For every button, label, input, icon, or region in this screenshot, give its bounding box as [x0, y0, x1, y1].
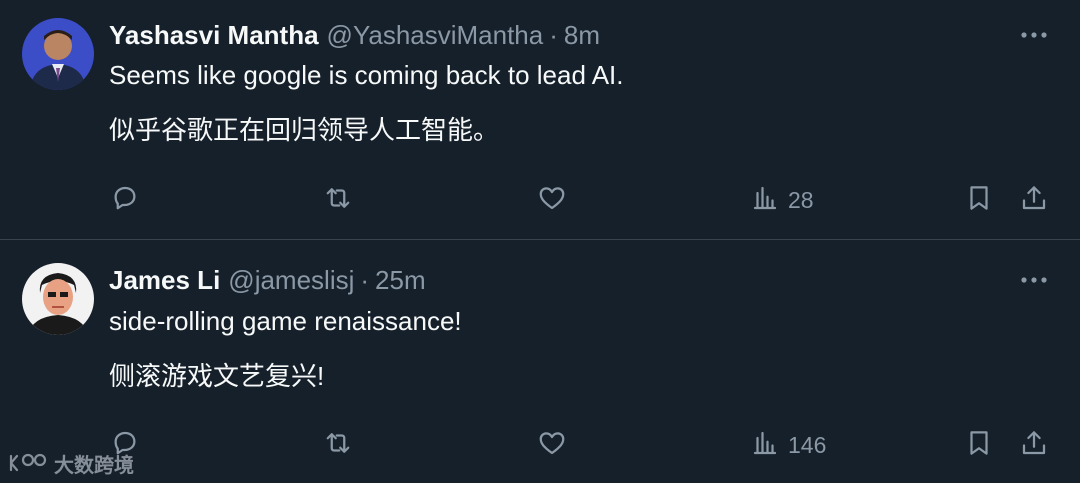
like-icon — [537, 183, 567, 218]
share-button[interactable] — [1019, 425, 1049, 465]
bookmark-icon — [964, 183, 994, 218]
user-handle[interactable]: @jameslisj — [228, 265, 354, 296]
separator: · — [549, 19, 558, 50]
bookmark-icon — [964, 428, 994, 463]
watermark-logo-icon — [9, 453, 47, 472]
more-icon[interactable] — [1020, 21, 1048, 49]
views-icon — [750, 183, 780, 218]
watermark: 大数跨境 — [8, 449, 134, 477]
reply-icon — [110, 183, 140, 218]
tweet-header: James Li @jameslisj · 25m — [109, 262, 426, 298]
retweet-icon — [323, 428, 353, 463]
reply-button[interactable] — [110, 180, 140, 220]
bookmark-button[interactable] — [964, 180, 994, 220]
action-bar: 146 — [0, 425, 1080, 465]
timestamp[interactable]: 8m — [564, 20, 600, 51]
more-icon[interactable] — [1020, 266, 1048, 294]
like-icon — [537, 428, 567, 463]
display-name[interactable]: James Li — [109, 265, 220, 296]
views-count: 146 — [788, 431, 827, 458]
tweet-translation: 似乎谷歌正在回归领导人工智能。 — [109, 115, 500, 145]
views-button[interactable]: 28 — [750, 180, 814, 220]
tweet-header: Yashasvi Mantha @YashasviMantha · 8m — [109, 17, 600, 53]
user-handle[interactable]: @YashasviMantha — [327, 20, 544, 51]
separator: · — [360, 264, 370, 295]
avatar[interactable] — [22, 263, 94, 335]
tweet-text: Seems like google is coming back to lead… — [109, 60, 624, 90]
retweet-button[interactable] — [323, 425, 353, 465]
retweet-icon — [323, 183, 353, 218]
tweet-text: side-rolling game renaissance! — [109, 306, 462, 336]
views-icon — [750, 428, 780, 463]
action-bar: 28 — [0, 180, 1080, 220]
views-count: 28 — [788, 186, 814, 213]
tweet-translation: 侧滚游戏文艺复兴! — [109, 361, 325, 391]
tweet[interactable]: Yashasvi Mantha @YashasviMantha · 8m See… — [0, 0, 1080, 240]
views-button[interactable]: 146 — [750, 425, 826, 465]
watermark-text: 大数跨境 — [54, 454, 134, 477]
bookmark-button[interactable] — [964, 425, 994, 465]
timestamp[interactable]: 25m — [375, 265, 426, 296]
retweet-button[interactable] — [323, 180, 353, 220]
share-button[interactable] — [1019, 180, 1049, 220]
display-name[interactable]: Yashasvi Mantha — [109, 20, 319, 51]
like-button[interactable] — [537, 180, 567, 220]
avatar[interactable] — [22, 18, 94, 90]
share-icon — [1019, 428, 1049, 463]
tweet[interactable]: James Li @jameslisj · 25m side-rolling g… — [0, 240, 1080, 483]
share-icon — [1019, 183, 1049, 218]
like-button[interactable] — [537, 425, 567, 465]
